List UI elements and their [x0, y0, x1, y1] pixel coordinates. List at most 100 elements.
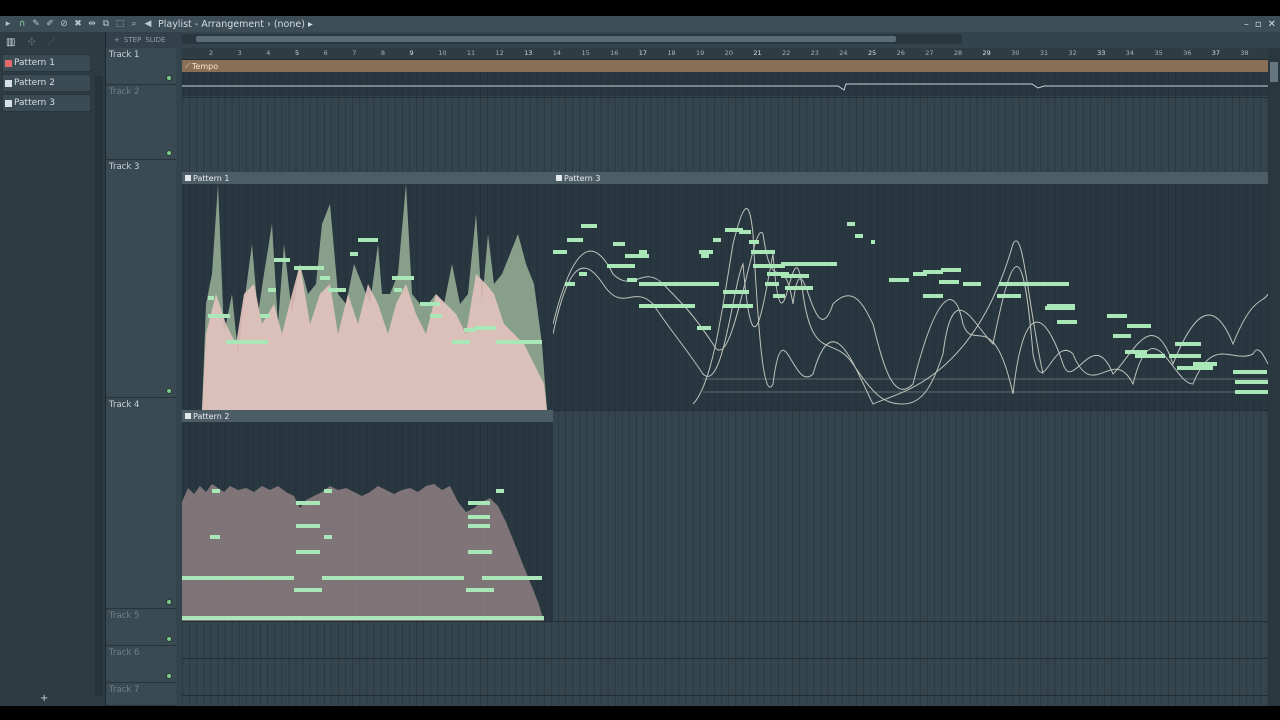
note: [474, 326, 496, 330]
note: [999, 282, 1069, 286]
mute-icon[interactable]: ✖: [72, 18, 84, 30]
track-header-1[interactable]: Track 1: [106, 48, 176, 85]
playlist-window: ▸ ∩ ✎ ✐ ⊘ ✖ ⇹ ⧉ ⬚ ⌕ ◀ Playlist - Arrangement › (no…: [0, 16, 1280, 719]
automation-clip[interactable]: ⟋ Tempo: [182, 60, 1268, 96]
note: [358, 238, 378, 242]
magnet-icon[interactable]: ∩: [16, 18, 28, 30]
crosshair-icon[interactable]: ✣: [27, 37, 35, 48]
note: [324, 535, 332, 539]
note: [420, 302, 440, 306]
close-button[interactable]: ✕: [1268, 19, 1276, 30]
note: [1177, 366, 1213, 370]
play-icon[interactable]: ▸: [2, 18, 14, 30]
ruler-bar-label: 32: [1068, 49, 1077, 57]
note: [350, 252, 358, 256]
track-enable-led[interactable]: [166, 673, 172, 679]
horizontal-scrollbar[interactable]: [182, 34, 962, 44]
track-enable-led[interactable]: [166, 388, 172, 394]
pattern-icon: [5, 59, 12, 67]
track-header-2[interactable]: Track 2: [106, 85, 176, 160]
note: [997, 294, 1021, 298]
track-header-3[interactable]: Track 3: [106, 160, 176, 398]
select-icon[interactable]: ⬚: [114, 18, 126, 30]
note: [701, 254, 709, 258]
track-name[interactable]: Track 7: [109, 685, 139, 695]
note: [468, 524, 490, 528]
track-enable-led[interactable]: [166, 599, 172, 605]
scroll-thumb[interactable]: [196, 36, 896, 42]
restore-button[interactable]: ▫: [1255, 19, 1262, 30]
note: [322, 576, 464, 580]
track-name[interactable]: Track 6: [109, 648, 139, 658]
pattern-clip[interactable]: Pattern 1: [182, 172, 553, 410]
note: [212, 489, 220, 493]
curve-icon[interactable]: ⟋: [48, 37, 55, 48]
note: [394, 288, 402, 292]
track-name[interactable]: Track 5: [109, 611, 139, 621]
clip-header: ⟋ Tempo: [182, 60, 1268, 72]
vertical-scrollbar[interactable]: [1268, 48, 1280, 706]
pattern-icon: [185, 413, 191, 419]
note: [1045, 306, 1075, 310]
clip-name: Pattern 3: [564, 173, 601, 183]
note: [1235, 380, 1268, 384]
track-row-divider: [182, 621, 1268, 622]
ruler-bar-label: 14: [552, 49, 562, 57]
pencil-icon[interactable]: ✎: [30, 18, 42, 30]
picker-item-pattern-2[interactable]: Pattern 2: [2, 74, 91, 92]
track-row-divider: [182, 695, 1268, 696]
zoom-icon[interactable]: ⌕: [128, 18, 140, 30]
track-name[interactable]: Track 1: [109, 50, 139, 60]
track-enable-led[interactable]: [166, 75, 172, 81]
note: [773, 294, 785, 298]
note: [723, 304, 753, 308]
chevron-right-icon[interactable]: ▸: [308, 19, 313, 30]
delete-icon[interactable]: ⊘: [58, 18, 70, 30]
scroll-thumb[interactable]: [1270, 62, 1278, 82]
title-selection[interactable]: (none): [274, 19, 305, 30]
ruler-bar-label: 37: [1211, 49, 1221, 57]
timeline-ruler[interactable]: 2 3 4 5 6 7 8 9 10 11 12 13 14 15 16 17 18 19 20 21 22 23 24 25…: [182, 48, 1268, 60]
automation-icon: ⟋: [185, 61, 190, 70]
track-enable-led[interactable]: [166, 636, 172, 642]
picker-scrollbar[interactable]: [95, 76, 103, 696]
track-header-5[interactable]: Track 5: [106, 609, 176, 646]
brush-icon[interactable]: ✐: [44, 18, 56, 30]
clip-header: Pattern 3: [553, 172, 1268, 184]
step-toggle[interactable]: STEP: [124, 36, 141, 44]
track-header-4[interactable]: Track 4: [106, 398, 176, 609]
speaker-icon[interactable]: ◀: [142, 18, 154, 30]
add-pattern-button[interactable]: +: [40, 693, 48, 704]
note: [581, 224, 597, 228]
slide-toggle[interactable]: SLIDE: [145, 36, 165, 44]
picker-item-pattern-3[interactable]: Pattern 3: [2, 94, 91, 112]
track-name[interactable]: Track 2: [109, 87, 139, 97]
track-header-7[interactable]: Track 7: [106, 683, 176, 706]
note: [855, 234, 863, 238]
pattern-2-preview: [182, 484, 544, 621]
track-header-6[interactable]: Track 6: [106, 646, 176, 683]
track-headers: Track 1 Track 2 Track 3 Track 4 Track 5 Track…: [106, 48, 176, 706]
track-name[interactable]: Track 4: [109, 400, 139, 410]
minimize-button[interactable]: –: [1244, 19, 1249, 30]
note: [296, 501, 320, 505]
picker-item-pattern-1[interactable]: Pattern 1: [2, 54, 91, 72]
note: [252, 340, 268, 344]
ruler-bar-label: 17: [638, 49, 648, 57]
title-label: Playlist - Arrangement: [158, 18, 264, 30]
slice-icon[interactable]: ⧉: [100, 18, 112, 30]
ruler-bar-label: 33: [1097, 49, 1106, 57]
note: [430, 314, 442, 318]
pattern-1-preview: [202, 184, 547, 410]
slip-icon[interactable]: ⇹: [86, 18, 98, 30]
note: [697, 326, 711, 330]
note: [749, 240, 759, 244]
pattern-clip[interactable]: Pattern 3: [553, 172, 1268, 410]
track-enable-led[interactable]: [166, 150, 172, 156]
piano-icon[interactable]: ▥: [6, 37, 15, 48]
picker-item-label: Pattern 2: [14, 78, 55, 88]
track-name[interactable]: Track 3: [109, 162, 139, 172]
pattern-clip[interactable]: Pattern 2: [182, 410, 553, 621]
note: [889, 278, 909, 282]
add-track-button[interactable]: +: [114, 36, 120, 44]
